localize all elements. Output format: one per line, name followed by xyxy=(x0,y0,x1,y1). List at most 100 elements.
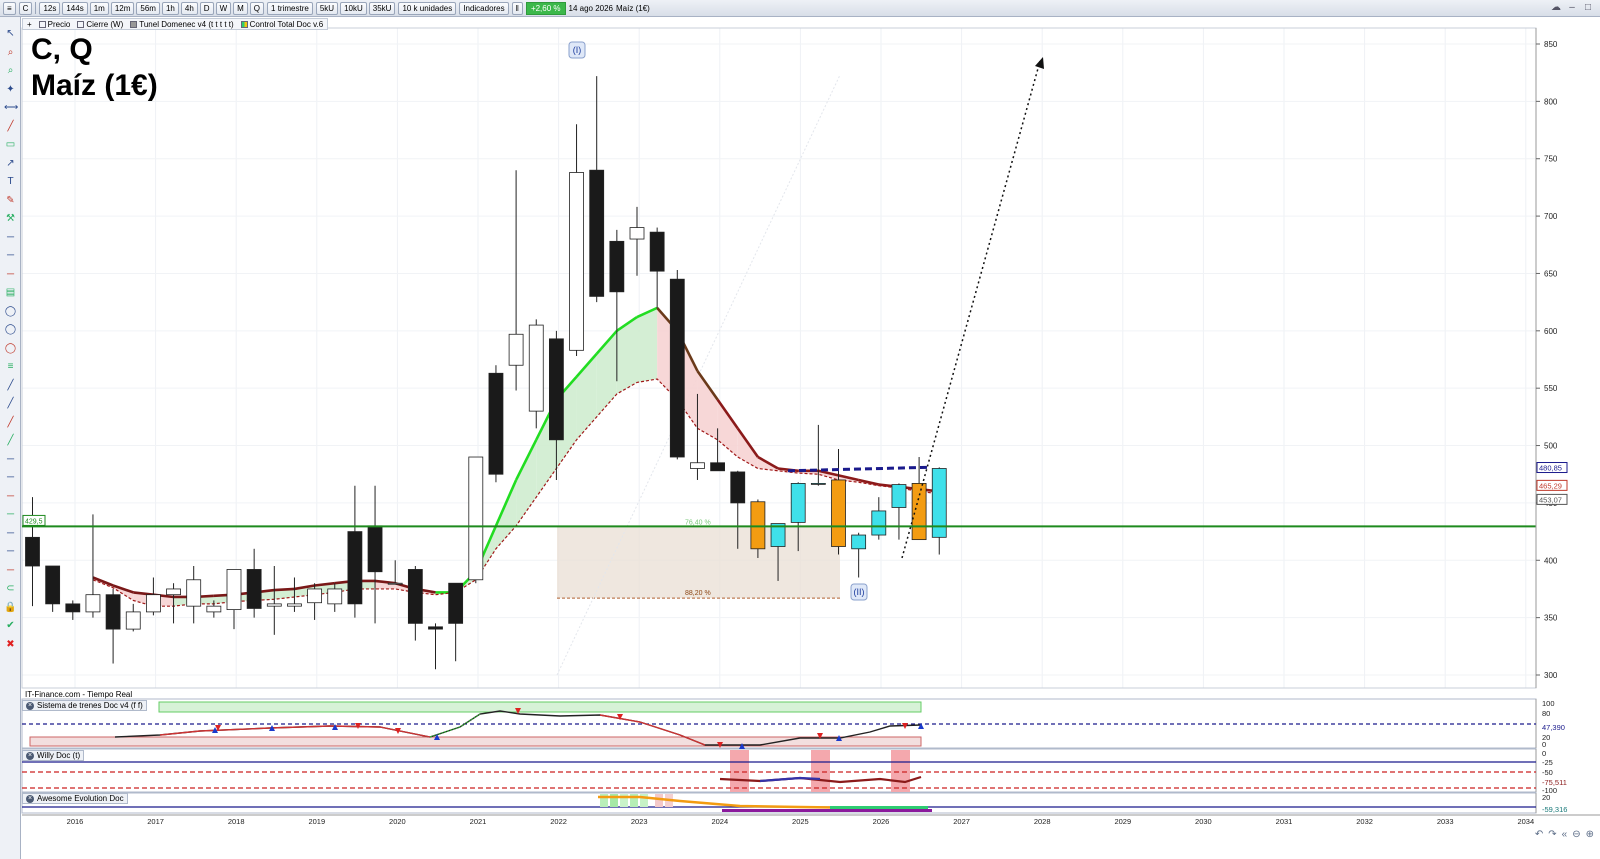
legend-item-tunnel[interactable]: Tunel Domenec v4 (t t t t t) xyxy=(128,20,235,29)
legend-add-icon[interactable]: + xyxy=(25,20,34,29)
tunnel-fill-segment xyxy=(516,439,537,526)
price-tick-label: 750 xyxy=(1544,155,1558,164)
price-tick-label: 600 xyxy=(1544,327,1558,336)
candle-body xyxy=(85,594,101,613)
timeframe-12m[interactable]: 12m xyxy=(110,1,135,15)
ruler-tool-icon[interactable]: ▤ xyxy=(4,286,17,299)
rect-tool-icon[interactable]: ▭ xyxy=(4,138,17,151)
zoom-in-icon[interactable]: ⊕ xyxy=(1586,829,1594,842)
timeframe-d[interactable]: D xyxy=(199,1,214,15)
units-35ku[interactable]: 35kU xyxy=(368,1,396,15)
scroll-left-icon[interactable]: « xyxy=(1562,829,1568,842)
measure-tool-icon[interactable]: ⟷ xyxy=(4,101,18,114)
timeframe-1m[interactable]: 1m xyxy=(89,1,109,15)
maximize-icon[interactable]: □ xyxy=(1582,2,1594,14)
candle-body xyxy=(125,611,141,630)
indicator-title-willy: × Willy Doc (t) xyxy=(22,750,85,761)
timeframe-56m[interactable]: 56m xyxy=(136,1,160,15)
units-select[interactable]: 10 k unidades xyxy=(398,1,457,15)
hline-tool-icon[interactable]: ─ xyxy=(4,527,17,540)
price-axis: 850800750700650600550500450400350300480,… xyxy=(1535,28,1600,688)
magnet-tool-icon[interactable]: ⊂ xyxy=(4,582,17,595)
zoom-tool-icon[interactable]: ⌕ xyxy=(4,46,17,59)
awesome-histogram-green xyxy=(830,806,928,809)
bulb-tool-icon[interactable]: ✦ xyxy=(4,83,17,96)
line-tool-icon[interactable]: ╱ xyxy=(4,416,17,429)
period-selector[interactable]: 1 trimestre xyxy=(267,1,313,15)
drawing-overlays[interactable]: 429,5 (I) (II) xyxy=(22,41,1536,601)
check-tool-icon[interactable]: ✔ xyxy=(4,619,17,632)
timeframe-12s[interactable]: 12s xyxy=(39,1,61,15)
indicator-axis-label: -25 xyxy=(1542,758,1553,767)
arrow-tool-icon[interactable]: ↗ xyxy=(4,157,17,170)
line-tool-icon[interactable]: ╱ xyxy=(4,379,17,392)
legend-item-control[interactable]: Control Total Doc v.6 xyxy=(239,20,326,29)
delete-tool-icon[interactable]: ✖ xyxy=(4,638,17,651)
cloud-icon[interactable]: ☁ xyxy=(1550,2,1562,14)
timeframe-1h[interactable]: 1h xyxy=(161,1,179,15)
ellipse-tool-icon[interactable]: ◯ xyxy=(4,342,17,355)
timeframe-w[interactable]: W xyxy=(215,1,232,15)
checkbox-icon[interactable] xyxy=(38,20,46,28)
candle-body xyxy=(488,372,504,475)
candle-body xyxy=(428,626,443,630)
hline-tool-icon[interactable]: ─ xyxy=(4,453,17,466)
indicators-button[interactable]: Indicadores xyxy=(459,1,509,15)
minimize-icon[interactable]: – xyxy=(1566,2,1578,14)
candle-body xyxy=(25,536,40,567)
legend-item-price[interactable]: Precio xyxy=(37,20,73,29)
lock-tool-icon[interactable]: 🔒 xyxy=(4,601,17,614)
chart-title-instrument: Maíz (1€) xyxy=(31,69,158,102)
timeframe-q[interactable]: Q xyxy=(249,1,265,15)
units-5ku[interactable]: 5kU xyxy=(315,1,339,15)
indicator-title-trenes: × Sistema de trenes Doc v4 (f f) xyxy=(22,700,147,711)
hline-tool-icon[interactable]: ─ xyxy=(4,268,17,281)
tool-tool-icon[interactable]: ⚒ xyxy=(4,212,17,225)
line-tool-icon[interactable]: ╱ xyxy=(4,434,17,447)
time-tick-label: 2023 xyxy=(631,817,648,826)
legend-item-close[interactable]: Cierre (W) xyxy=(75,20,125,29)
time-tick-label: 2032 xyxy=(1356,817,1373,826)
close-icon[interactable]: × xyxy=(26,751,34,760)
candle-body xyxy=(186,579,202,607)
hline-tool-icon[interactable]: ─ xyxy=(4,545,17,558)
close-icon[interactable]: × xyxy=(26,701,34,710)
close-icon[interactable]: × xyxy=(26,794,34,803)
text-tool-icon[interactable]: T xyxy=(4,175,17,188)
undo-icon[interactable]: ↶ xyxy=(1535,829,1543,842)
fib-tool-icon[interactable]: ≡ xyxy=(4,360,17,373)
candle-body xyxy=(831,479,846,547)
indicator-panel xyxy=(21,748,1537,793)
line-tool-icon[interactable]: ╱ xyxy=(4,120,17,133)
ellipse-tool-icon[interactable]: ◯ xyxy=(4,323,17,336)
hline-tool-icon[interactable]: ─ xyxy=(4,490,17,503)
zoom-out-icon[interactable]: ⊖ xyxy=(1572,829,1580,842)
time-tick-label: 2028 xyxy=(1034,817,1051,826)
zoom-tool-icon[interactable]: ⌕ xyxy=(4,64,17,77)
cursor-tool-icon[interactable]: ↖ xyxy=(4,27,17,40)
pause-icon[interactable]: ‖ xyxy=(511,1,523,15)
ellipse-tool-icon[interactable]: ◯ xyxy=(4,305,17,318)
checkbox-icon[interactable] xyxy=(77,20,85,28)
menu-icon[interactable]: ≡ xyxy=(3,1,16,15)
checkbox-icon[interactable] xyxy=(240,20,248,28)
chart-legend: + Precio Cierre (W) Tunel Domenec v4 (t … xyxy=(22,18,329,30)
hline-tool-icon[interactable]: ─ xyxy=(4,249,17,262)
timeframe-4h[interactable]: 4h xyxy=(180,1,198,15)
timeframe-m[interactable]: M xyxy=(233,1,248,15)
hline-tool-icon[interactable]: ─ xyxy=(4,471,17,484)
line-tool-icon[interactable]: ╱ xyxy=(4,397,17,410)
redo-icon[interactable]: ↷ xyxy=(1548,829,1556,842)
price-axis-bg xyxy=(1536,28,1600,688)
price-tick-label: 850 xyxy=(1544,40,1558,49)
hline-tool-icon[interactable]: ─ xyxy=(4,564,17,577)
price-chart[interactable]: 76,40 %88,20 % 429,5(I)(II) 850800750700… xyxy=(0,0,1600,859)
hline-tool-icon[interactable]: ─ xyxy=(4,508,17,521)
timeframe-144s[interactable]: 144s xyxy=(62,1,88,15)
checkbox-icon[interactable] xyxy=(130,20,138,28)
data-source: IT-Finance.com - Tiempo Real xyxy=(25,690,133,699)
hline-tool-icon[interactable]: ─ xyxy=(4,231,17,244)
units-10ku[interactable]: 10kU xyxy=(340,1,367,15)
pen-tool-icon[interactable]: ✎ xyxy=(4,194,17,207)
symbol-selector[interactable]: C xyxy=(18,1,33,15)
